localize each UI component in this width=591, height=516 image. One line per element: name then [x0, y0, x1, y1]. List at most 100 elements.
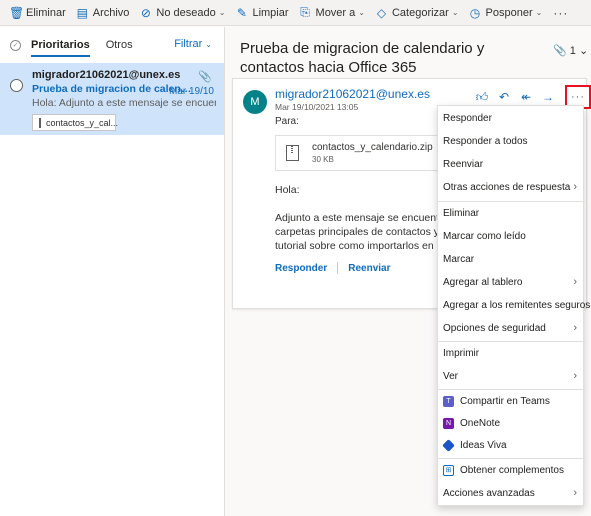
teams-icon: T: [443, 395, 454, 407]
broom-icon: ✎: [236, 5, 247, 20]
menu-item-print[interactable]: Imprimir: [438, 342, 585, 364]
chevron-down-icon: ⌄: [451, 8, 459, 17]
junk-button[interactable]: ⊘ No deseado ⌄: [134, 2, 230, 24]
chevron-down-icon: ⌄: [578, 45, 589, 57]
chevron-right-icon: ›: [573, 322, 577, 334]
menu-item-safe-senders[interactable]: Agregar a los remitentes seguros: [438, 294, 590, 316]
menu-item-label: Compartir en Teams: [460, 395, 550, 407]
menu-item-label: Eliminar: [443, 207, 480, 219]
menu-item-label: Agregar al tablero: [443, 276, 523, 288]
sweep-button[interactable]: ✎ Limpiar: [230, 2, 293, 24]
body-greeting: Hola:: [275, 184, 300, 196]
trash-icon: 🗑: [9, 5, 25, 20]
menu-item-share-teams[interactable]: T Compartir en Teams: [438, 390, 585, 412]
message-sender: migrador21062021@unex.es: [32, 69, 181, 81]
to-label: Para:: [275, 116, 299, 127]
attachment-size: 30 KB: [312, 155, 334, 164]
chevron-down-icon: ⌄: [535, 8, 543, 17]
body-line: Adjunto a este mensaje se encuentra un: [275, 212, 440, 224]
zip-file-icon: [286, 145, 299, 161]
tag-icon: ◇: [376, 5, 387, 20]
folder-move-icon: ⎘: [300, 5, 310, 19]
menu-item-label: Ideas Viva: [460, 439, 507, 451]
addins-icon: ⊞: [443, 464, 454, 476]
menu-item-other-reply-actions[interactable]: Otras acciones de respuesta ›: [438, 176, 585, 198]
command-bar: 🗑 Eliminar ▤ Archivo ⊘ No deseado ⌄ ✎ Li…: [0, 0, 591, 26]
list-item[interactable]: migrador21062021@unex.es 📎 Prueba de mig…: [0, 63, 224, 135]
menu-item-onenote[interactable]: N OneNote: [438, 412, 585, 434]
chevron-down-icon: ⌄: [218, 8, 226, 17]
menu-item-get-addins[interactable]: ⊞ Obtener complementos: [438, 459, 585, 481]
block-icon: ⊘: [140, 5, 151, 20]
menu-item-label: Responder a todos: [443, 135, 528, 147]
menu-item-label: Responder: [443, 112, 492, 124]
menu-item-flag[interactable]: Marcar: [438, 248, 585, 270]
chevron-down-icon: ⌄: [358, 8, 365, 17]
sweep-label: Limpiar: [252, 6, 289, 19]
menu-item-viva-insights[interactable]: Ideas Viva: [438, 434, 585, 456]
move-label: Mover a: [315, 6, 356, 19]
menu-item-add-to-board[interactable]: Agregar al tablero ›: [438, 271, 585, 293]
menu-item-label: Reenviar: [443, 158, 484, 170]
select-all-checkbox[interactable]: ✓: [10, 39, 21, 51]
categorize-button[interactable]: ◇ Categorizar ⌄: [370, 2, 464, 24]
menu-item-mark-read[interactable]: Marcar como leído: [438, 225, 585, 247]
attachment-chip[interactable]: contactos_y_cal...: [32, 114, 118, 131]
menu-item-reply[interactable]: Responder: [438, 107, 585, 129]
archive-icon: ▤: [76, 5, 88, 20]
categorize-label: Categorizar: [391, 6, 449, 19]
tab-other[interactable]: Otros: [106, 33, 133, 57]
message-list-pane: ✓ Prioritarios Otros Filtrar ⌄ migrador21…: [0, 27, 225, 516]
paperclip-icon: 📎: [553, 45, 567, 57]
menu-item-label: Marcar: [443, 253, 475, 265]
attachment-card[interactable]: contactos_y_calendario.zip 30 KB ⌄: [275, 135, 452, 171]
menu-item-label: Imprimir: [443, 347, 480, 359]
snooze-button[interactable]: ◷ Posponer ⌄: [464, 2, 548, 24]
sent-date: Mar 19/10/2021 13:05: [275, 102, 359, 112]
message-select-radio[interactable]: [10, 79, 23, 92]
avatar: M: [243, 90, 267, 114]
archive-label: Archivo: [92, 6, 130, 19]
sender-address[interactable]: migrador21062021@unex.es: [275, 87, 430, 101]
viva-icon: [442, 438, 455, 452]
menu-item-label: Acciones avanzadas: [443, 487, 535, 499]
quick-reply-links: Responder Reenviar: [275, 262, 390, 274]
message-preview: Hola: Adjunto a este mensaje se encuentr…: [32, 97, 216, 109]
archive-button[interactable]: ▤ Archivo: [71, 2, 135, 24]
menu-item-label: Obtener complementos: [460, 464, 564, 476]
tab-focused[interactable]: Prioritarios: [31, 33, 90, 57]
like-button[interactable]: 👍︎: [471, 88, 493, 106]
body-line: tutorial sobre como importarlos en Out: [275, 240, 440, 252]
paperclip-icon: 📎: [198, 71, 212, 83]
snooze-label: Posponer: [485, 6, 533, 19]
menu-item-security-options[interactable]: Opciones de seguridad ›: [438, 317, 585, 339]
forward-icon[interactable]: →: [537, 88, 559, 106]
move-button[interactable]: ⎘ Mover a ⌄: [294, 2, 370, 24]
more-actions-menu: Responder Responder a todos Reenviar Otr…: [437, 105, 590, 506]
toolbar-more-button[interactable]: ···: [547, 2, 574, 24]
forward-link[interactable]: Reenviar: [348, 263, 390, 274]
body-line: carpetas principales de contactos y cale: [275, 226, 440, 238]
delete-button[interactable]: 🗑 Eliminar: [4, 2, 71, 24]
chevron-right-icon: ›: [573, 487, 577, 499]
chevron-down-icon: ⌄: [205, 40, 212, 49]
chevron-right-icon: ›: [573, 181, 577, 193]
clock-icon: ◷: [469, 5, 481, 20]
message-actions: 👍︎ ↶ ↞ →: [471, 88, 559, 106]
filter-button[interactable]: Filtrar ⌄: [174, 38, 212, 50]
attachment-info: contactos_y_calendario.zip 30 KB: [312, 142, 433, 164]
reply-link[interactable]: Responder: [275, 263, 327, 274]
menu-item-label: Marcar como leído: [443, 230, 526, 242]
menu-item-advanced-actions[interactable]: Acciones avanzadas ›: [438, 482, 585, 504]
menu-item-forward[interactable]: Reenviar: [438, 153, 585, 175]
reply-icon[interactable]: ↶: [493, 88, 515, 106]
file-icon: [39, 117, 41, 128]
menu-item-label: Agregar a los remitentes seguros: [443, 299, 591, 311]
junk-label: No deseado: [156, 6, 216, 19]
menu-item-label: Opciones de seguridad: [443, 322, 546, 334]
menu-item-delete[interactable]: Eliminar: [438, 202, 585, 224]
reply-all-icon[interactable]: ↞: [515, 88, 537, 106]
menu-item-reply-all[interactable]: Responder a todos: [438, 130, 585, 152]
attachment-count[interactable]: 📎 1 ⌄: [553, 44, 588, 57]
menu-item-view[interactable]: Ver ›: [438, 365, 585, 387]
